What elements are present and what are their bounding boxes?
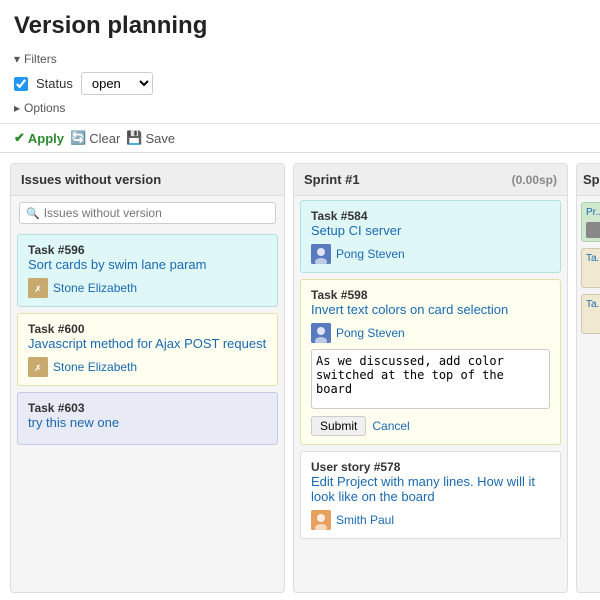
card-598-assignee-name: Pong Steven [336, 326, 405, 340]
apply-button[interactable]: ✔ Apply [14, 130, 64, 146]
apply-label: Apply [28, 131, 64, 146]
status-select[interactable]: open closed any [81, 72, 153, 95]
sprint-2-partial-header: Sp... [577, 164, 600, 196]
sprint-2-title: Sp... [583, 172, 600, 187]
svg-text:✗: ✗ [34, 363, 42, 373]
partial-card-1: Pr... [581, 202, 600, 242]
clear-icon: 🔄 [70, 130, 86, 146]
avatar-stone-elizabeth-2: ✗ [28, 357, 48, 377]
column-title-sprint-1: Sprint #1 [304, 172, 360, 187]
cancel-comment-button[interactable]: Cancel [372, 416, 409, 436]
submit-comment-button[interactable]: Submit [311, 416, 366, 436]
card-600-number: Task #600 [28, 322, 267, 336]
column-sprint-2-partial: Sp... Pr... Ta... Ta... [576, 163, 600, 593]
filters-section: ▾ Filters Status open closed any ▸ Optio… [0, 48, 600, 124]
partial-avatar-1 [586, 222, 600, 238]
chevron-right-icon: ▸ [14, 101, 20, 115]
page-title: Version planning [0, 0, 600, 48]
cards-list-sprint-1: Task #584 Setup CI server Pong Steven Ta… [294, 196, 567, 543]
save-icon: 💾 [126, 130, 142, 146]
partial-card-2: Ta... [581, 248, 600, 288]
card-603: Task #603 try this new one [17, 392, 278, 445]
card-578-assignee[interactable]: Smith Paul [311, 510, 550, 530]
card-598-number: Task #598 [311, 288, 550, 302]
avatar-pong-steven-2 [311, 323, 331, 343]
card-578-assignee-name: Smith Paul [336, 513, 394, 527]
cards-list-no-version: Task #596 Sort cards by swim lane param … [11, 230, 284, 449]
column-header-sprint-1: Sprint #1 (0.00sp) [294, 164, 567, 196]
partial-card-3: Ta... [581, 294, 600, 334]
card-584: Task #584 Setup CI server Pong Steven [300, 200, 561, 273]
status-label: Status [36, 76, 73, 91]
comment-box-598: As we discussed, add color switched at t… [311, 349, 550, 436]
filter-row-status: Status open closed any [14, 72, 586, 95]
card-578-number: User story #578 [311, 460, 550, 474]
avatar-pong-steven [311, 244, 331, 264]
card-600: Task #600 Javascript method for Ajax POS… [17, 313, 278, 386]
card-584-number: Task #584 [311, 209, 550, 223]
search-box-no-version[interactable]: 🔍 [19, 202, 276, 224]
card-596-title[interactable]: Sort cards by swim lane param [28, 257, 267, 272]
status-checkbox[interactable] [14, 77, 28, 91]
boards-container: Issues without version 🔍 Task #596 Sort … [0, 153, 600, 593]
card-600-assignee[interactable]: ✗ Stone Elizabeth [28, 357, 267, 377]
card-598-assignee[interactable]: Pong Steven [311, 323, 550, 343]
column-no-version: Issues without version 🔍 Task #596 Sort … [10, 163, 285, 593]
partial-card-1-text: Pr... [586, 207, 600, 218]
filters-toggle[interactable]: ▾ Filters [14, 52, 586, 66]
search-input-no-version[interactable] [44, 206, 269, 220]
save-label: Save [145, 131, 175, 146]
clear-label: Clear [89, 131, 120, 146]
card-596: Task #596 Sort cards by swim lane param … [17, 234, 278, 307]
comment-textarea-598[interactable]: As we discussed, add color switched at t… [311, 349, 550, 409]
svg-text:✗: ✗ [34, 284, 42, 294]
apply-icon: ✔ [14, 130, 25, 146]
avatar-stone-elizabeth: ✗ [28, 278, 48, 298]
sprint-1-points: (0.00sp) [512, 173, 557, 187]
card-584-title[interactable]: Setup CI server [311, 223, 550, 238]
card-584-assignee-name: Pong Steven [336, 247, 405, 261]
card-600-assignee-name: Stone Elizabeth [53, 360, 137, 374]
card-598: Task #598 Invert text colors on card sel… [300, 279, 561, 445]
avatar-smith-paul [311, 510, 331, 530]
clear-button[interactable]: 🔄 Clear [70, 130, 120, 146]
column-header-no-version: Issues without version [11, 164, 284, 196]
card-578-title[interactable]: Edit Project with many lines. How will i… [311, 474, 550, 504]
options-label: Options [24, 101, 65, 115]
column-title-no-version: Issues without version [21, 172, 161, 187]
chevron-down-icon: ▾ [14, 52, 20, 66]
search-icon: 🔍 [26, 207, 40, 220]
filters-label: Filters [24, 52, 57, 66]
card-578: User story #578 Edit Project with many l… [300, 451, 561, 539]
card-603-title[interactable]: try this new one [28, 415, 267, 430]
card-600-title[interactable]: Javascript method for Ajax POST request [28, 336, 267, 351]
save-button[interactable]: 💾 Save [126, 130, 175, 146]
column-sprint-1: Sprint #1 (0.00sp) Task #584 Setup CI se… [293, 163, 568, 593]
card-603-number: Task #603 [28, 401, 267, 415]
partial-card-3-text: Ta... [586, 299, 600, 310]
card-596-assignee-name: Stone Elizabeth [53, 281, 137, 295]
card-596-assignee[interactable]: ✗ Stone Elizabeth [28, 278, 267, 298]
actions-bar: ✔ Apply 🔄 Clear 💾 Save [0, 124, 600, 153]
partial-card-2-text: Ta... [586, 253, 600, 264]
options-toggle[interactable]: ▸ Options [14, 101, 586, 119]
comment-actions-598: Submit Cancel [311, 416, 550, 436]
card-596-number: Task #596 [28, 243, 267, 257]
card-584-assignee[interactable]: Pong Steven [311, 244, 550, 264]
card-598-title[interactable]: Invert text colors on card selection [311, 302, 550, 317]
